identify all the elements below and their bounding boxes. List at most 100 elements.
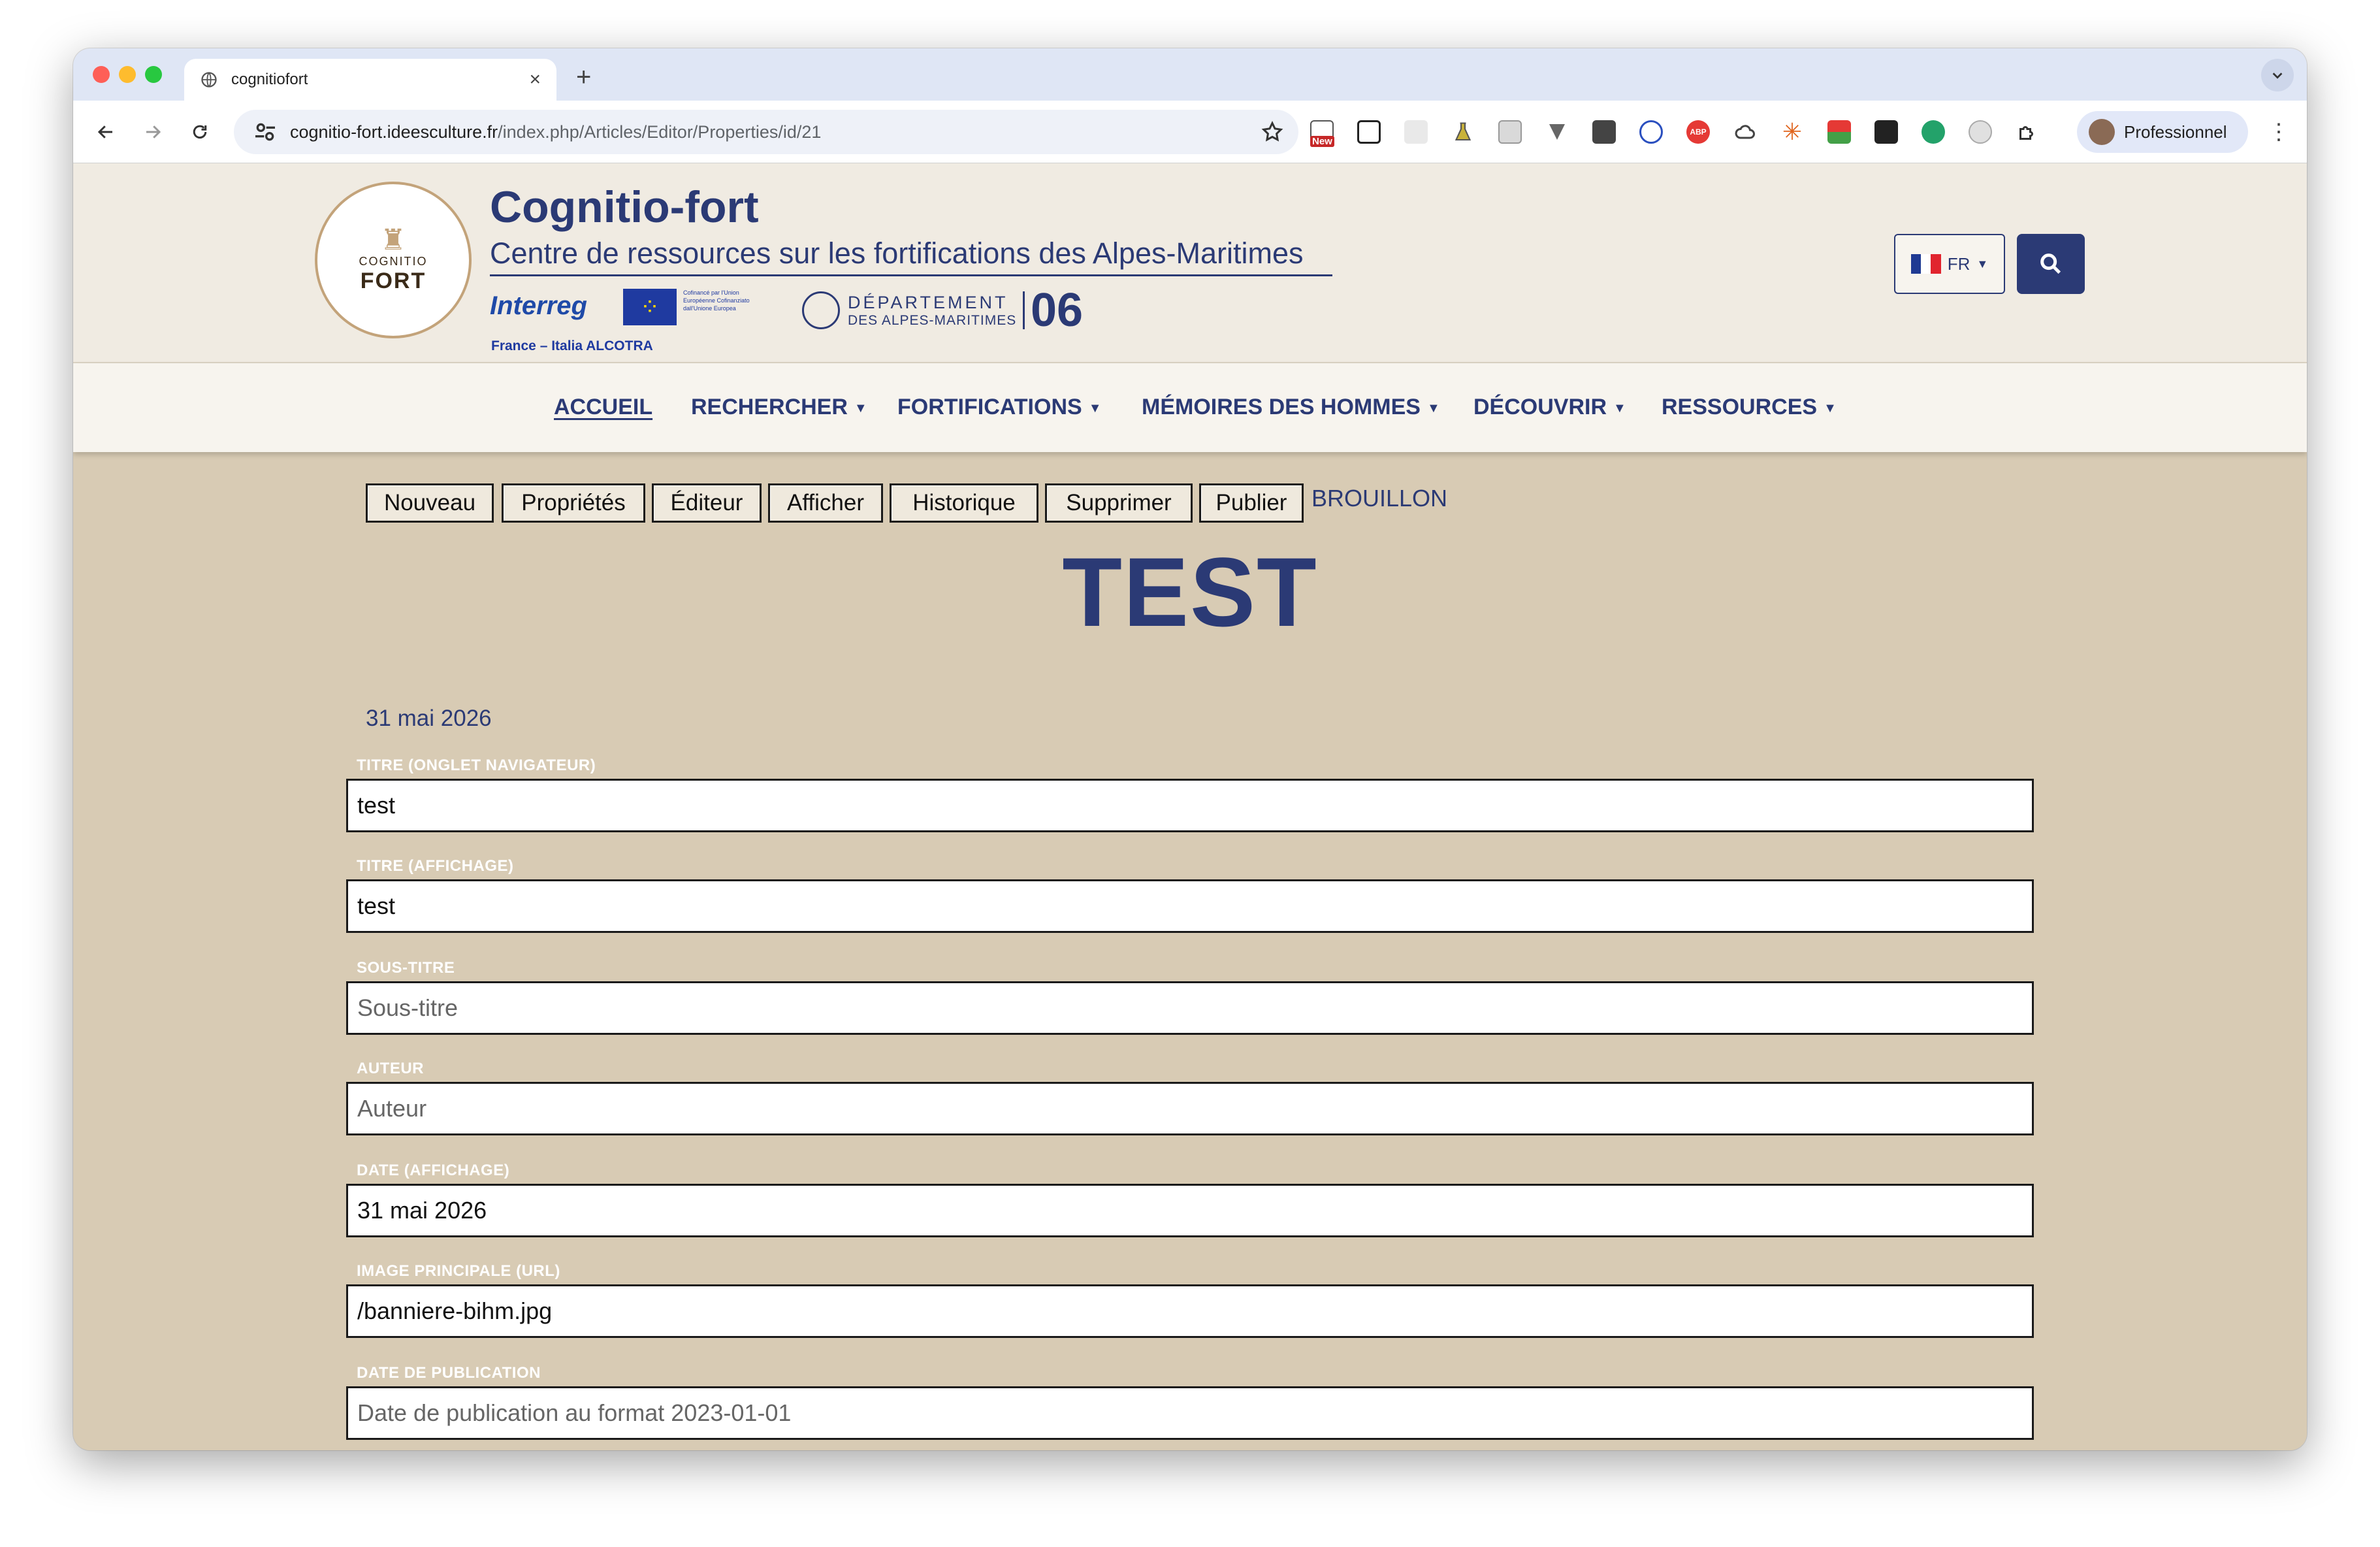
subtitle-underline [490,274,1332,276]
nav-ressources-label: RESSOURCES [1662,395,1818,419]
caret-down-icon: ▼ [1824,400,1837,415]
date-affichage-label: DATE (AFFICHAGE) [357,1162,510,1179]
bookmark-star-icon[interactable] [1261,120,1284,144]
avatar [2089,119,2115,145]
status-badge: BROUILLON [1311,485,1448,512]
historique-button[interactable]: Historique [890,483,1038,523]
castle-icon: ♜ [380,224,406,256]
browser-menu-button[interactable]: ⋮ [2268,119,2290,145]
site-title[interactable]: Cognitio-fort [490,182,759,233]
site-settings-icon[interactable] [252,119,278,145]
extension-sun-icon[interactable]: ✳ [1780,120,1804,144]
url-path: /index.php/Articles/Editor/Properties/id… [498,122,822,142]
titre-onglet-input[interactable] [346,779,2034,832]
supprimer-button[interactable]: Supprimer [1045,483,1193,523]
titre-affichage-input[interactable] [346,879,2034,933]
department-logo: DÉPARTEMENT DES ALPES-MARITIMES [848,293,1016,329]
extension-badge: New [1310,136,1334,147]
eu-flag-icon: ⁘ [623,289,677,325]
nav-memoires-label: MÉMOIRES DES HOMMES [1142,395,1421,419]
logo-small-text: COGNITIO [359,255,428,268]
forward-button[interactable] [138,118,167,146]
language-selector[interactable]: FR ▼ [1894,234,2005,294]
france-flag-icon [1910,254,1941,274]
nav-decouvrir[interactable]: DÉCOUVRIR ▼ [1473,395,1626,420]
tab-strip: cognitiofort × + [73,48,2307,101]
reload-button[interactable] [185,118,214,146]
minimize-window-button[interactable] [119,66,136,83]
interreg-logo: Interreg [490,291,587,320]
department-line1: DÉPARTEMENT [848,293,1008,312]
sous-titre-label: SOUS-TITRE [357,959,455,977]
nav-accueil-label: ACCUEIL [554,395,653,419]
tab-search-button[interactable] [2261,59,2294,91]
extension-page-icon[interactable] [1404,120,1428,144]
page-title: TEST [1062,537,1318,647]
date-publication-input[interactable] [346,1386,2034,1440]
extension-cloud-icon[interactable] [1733,120,1757,144]
nav-rechercher-label: RECHERCHER [691,395,848,419]
tab-title: cognitiofort [231,71,308,88]
globe-icon [201,72,217,88]
extension-dark-icon[interactable] [1592,120,1616,144]
date-affichage-input[interactable] [346,1184,2034,1237]
editor-content: Nouveau Propriétés Éditeur Afficher Hist… [73,452,2307,1450]
article-date: 31 mai 2026 [366,706,492,731]
extensions-puzzle-icon[interactable] [2016,120,2039,144]
nav-memoires[interactable]: MÉMOIRES DES HOMMES ▼ [1142,395,1440,420]
search-button[interactable] [2017,234,2085,294]
alcotra-text: France – Italia ALCOTRA [491,338,653,353]
close-window-button[interactable] [93,66,110,83]
nouveau-button[interactable]: Nouveau [366,483,494,523]
browser-window: cognitiofort × + cognitio-fort.ideescult… [73,48,2307,1450]
caret-down-icon: ▼ [1976,257,1989,270]
image-principale-input[interactable] [346,1284,2034,1338]
auteur-input[interactable] [346,1082,2034,1135]
url-text: cognitio-fort.ideesculture.fr/index.php/… [290,122,821,142]
back-button[interactable] [91,118,120,146]
search-icon [2040,253,2061,274]
image-principale-label: IMAGE PRINCIPALE (URL) [357,1262,560,1280]
grammarly-icon[interactable] [1922,120,1945,144]
department-separator [1023,291,1025,329]
site-subtitle: Centre de ressources sur les fortificati… [490,236,1304,270]
afficher-button[interactable]: Afficher [768,483,883,523]
publier-button[interactable]: Publier [1199,483,1304,523]
proprietes-button[interactable]: Propriétés [502,483,645,523]
site-logo[interactable]: ♜ COGNITIO FORT [315,182,472,338]
department-line2: DES ALPES-MARITIMES [848,313,1017,328]
extension-flask-icon[interactable] [1451,120,1475,144]
nav-accueil[interactable]: ACCUEIL [554,395,652,420]
extension-image-icon[interactable] [1498,120,1522,144]
caret-down-icon: ▼ [1613,400,1626,415]
logo-text: ♜ COGNITIO FORT [359,226,428,294]
nav-fortifications[interactable]: FORTIFICATIONS ▼ [897,395,1101,420]
profile-button[interactable]: Professionnel [2077,111,2248,153]
extension-1password-icon[interactable] [1639,120,1663,144]
chevron-down-icon [2272,73,2283,79]
new-tab-button[interactable]: + [576,59,591,95]
department-emblem-icon [802,291,840,329]
site-header: ♜ COGNITIO FORT Cognitio-fort Centre de … [73,163,2307,363]
nav-decouvrir-label: DÉCOUVRIR [1473,395,1607,419]
language-label: FR [1947,253,1970,274]
close-tab-icon[interactable]: × [529,69,541,91]
arrow-right-icon [146,125,161,138]
extension-flag-icon[interactable] [1827,120,1851,144]
extension-cube-icon[interactable] [1874,120,1898,144]
maximize-window-button[interactable] [145,66,162,83]
extension-new-icon[interactable]: New [1310,120,1334,147]
address-bar[interactable]: cognitio-fort.ideesculture.fr/index.php/… [234,110,1298,154]
editeur-button[interactable]: Éditeur [652,483,762,523]
extension-v-icon[interactable] [1545,120,1569,144]
auteur-label: AUTEUR [357,1060,424,1077]
nav-rechercher[interactable]: RECHERCHER ▼ [691,395,867,420]
browser-tab[interactable]: cognitiofort × [184,59,556,101]
sous-titre-input[interactable] [346,981,2034,1035]
nav-fortifications-label: FORTIFICATIONS [897,395,1082,419]
nav-ressources[interactable]: RESSOURCES ▼ [1662,395,1837,420]
adblock-icon[interactable]: ABP [1686,120,1710,144]
arrow-left-icon [97,125,112,138]
extension-box-icon[interactable] [1357,120,1381,144]
extension-gray-icon[interactable] [1969,120,1992,144]
